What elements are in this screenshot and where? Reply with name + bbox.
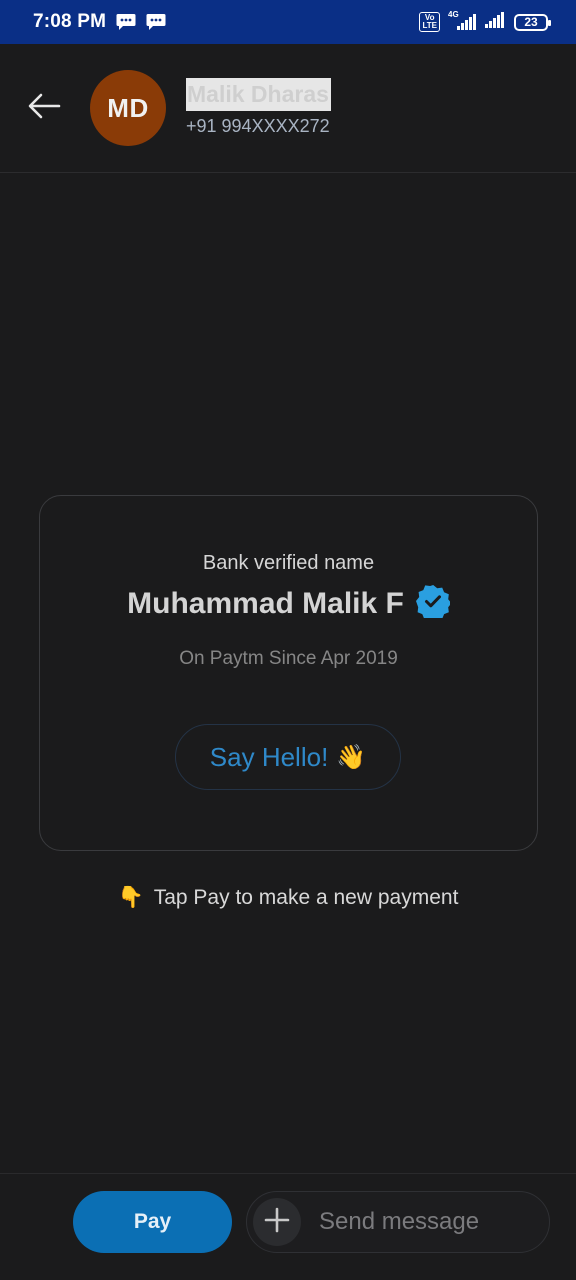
say-hello-button[interactable]: Say Hello! 👋: [175, 724, 401, 790]
avatar-initials: MD: [107, 92, 149, 123]
message-icon: [116, 13, 136, 31]
battery-level: 23: [524, 15, 538, 29]
message-input[interactable]: [319, 1208, 529, 1236]
on-paytm-since: On Paytm Since Apr 2019: [179, 648, 398, 669]
message-icon: [146, 13, 166, 31]
signal-icon: [484, 11, 506, 34]
status-bar: 7:08 PM Vo LTE 4G 23: [0, 0, 576, 44]
pay-hint: 👇 Tap Pay to make a new payment: [0, 886, 576, 910]
message-box: [246, 1191, 550, 1253]
contact-phone: +91 994XXXX272: [186, 116, 330, 136]
verified-name: Muhammad Malik F: [127, 586, 404, 620]
4g-signal-icon: 4G: [448, 10, 476, 31]
verified-name-row: Muhammad Malik F: [40, 584, 537, 623]
say-hello-label: Say Hello!: [209, 741, 329, 772]
arrow-left-icon: [27, 93, 61, 124]
chat-header: MD Malik Dharas +91 994XXXX272: [0, 44, 576, 173]
pay-button[interactable]: Pay: [73, 1191, 232, 1253]
status-time: 7:08 PM: [33, 11, 107, 32]
attach-button[interactable]: [253, 1198, 301, 1246]
status-bar-right: Vo LTE 4G 23: [419, 10, 551, 34]
pay-hint-text: Tap Pay to make a new payment: [153, 886, 459, 909]
waving-hand-icon: 👋: [336, 743, 367, 771]
status-bar-left: 7:08 PM: [33, 11, 166, 33]
volte-icon: Vo LTE: [419, 12, 440, 32]
pay-button-label: Pay: [133, 1210, 172, 1233]
bottom-bar: Pay: [0, 1173, 576, 1280]
pointing-down-icon: 👇: [117, 886, 144, 909]
plus-icon: [264, 1207, 290, 1238]
verified-badge-icon: [415, 584, 452, 623]
verified-name-card: Bank verified name Muhammad Malik F On P…: [39, 495, 538, 851]
contact-name[interactable]: Malik Dharas: [186, 78, 331, 111]
back-button[interactable]: [22, 88, 66, 128]
avatar[interactable]: MD: [90, 70, 166, 146]
battery-icon: 23: [514, 13, 551, 31]
bank-verified-label: Bank verified name: [202, 552, 375, 574]
